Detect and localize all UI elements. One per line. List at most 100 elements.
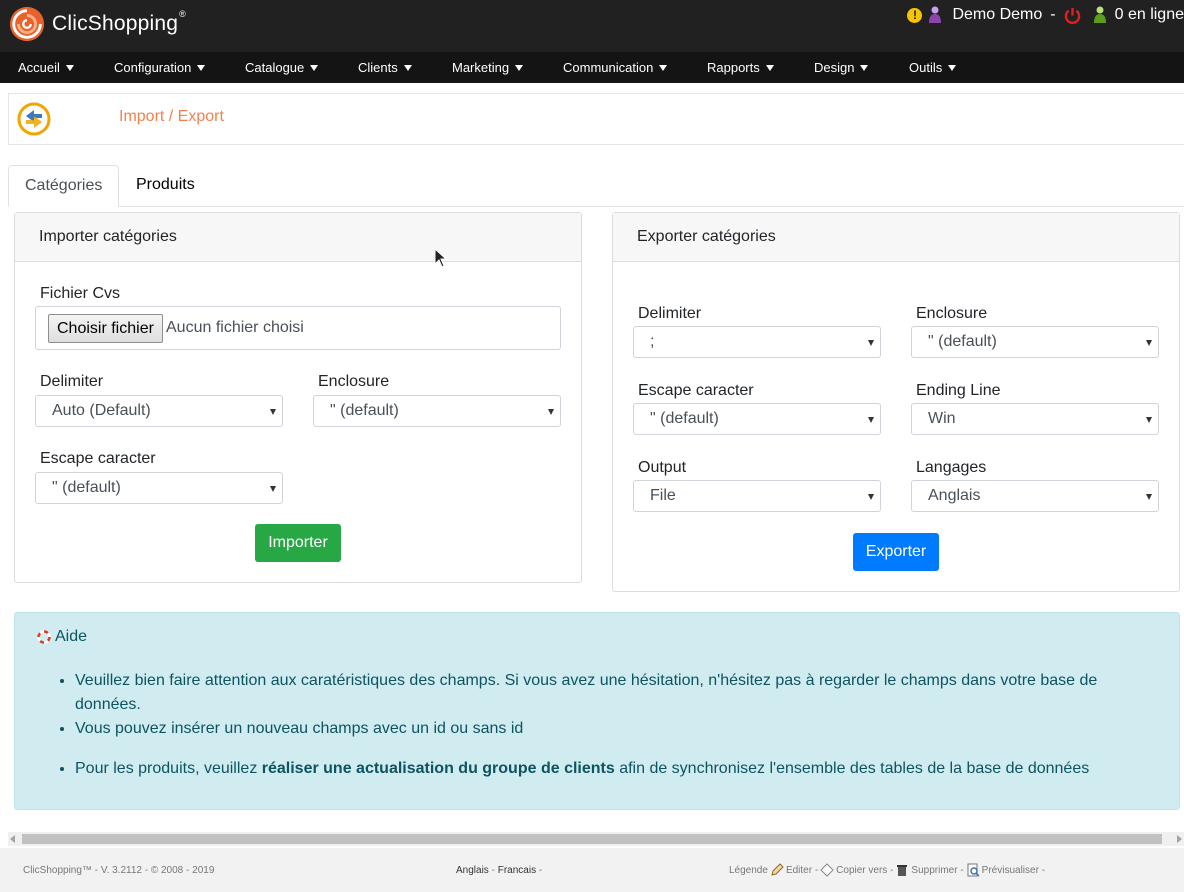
footer-languages: Anglais - Francais - — [456, 865, 542, 876]
online-users-icon — [1093, 6, 1106, 23]
nav-item-catalogue[interactable]: Catalogue — [245, 52, 319, 83]
copy-icon — [820, 863, 834, 877]
logo-swirl-icon — [9, 6, 45, 42]
mouse-cursor-icon — [434, 248, 448, 268]
preview-icon — [967, 863, 980, 877]
caret-down-icon — [948, 65, 957, 71]
nav-item-outils[interactable]: Outils — [909, 52, 957, 83]
top-header: ClicShopping ® ! Demo Demo - 0 en ligne — [0, 0, 1184, 52]
nav-item-clients[interactable]: Clients — [358, 52, 412, 83]
export-output-select[interactable]: File — [633, 480, 881, 512]
scroll-right-icon[interactable] — [1177, 835, 1182, 843]
export-ending-select[interactable]: Win — [911, 403, 1159, 435]
user-icon — [929, 6, 942, 23]
caret-down-icon — [515, 65, 524, 71]
caret-down-icon — [197, 65, 206, 71]
warning-icon[interactable]: ! — [907, 7, 923, 23]
logo[interactable]: ClicShopping ® — [8, 4, 186, 44]
page-header: Import / Export — [8, 93, 1184, 145]
online-count[interactable]: 0 en ligne — [1115, 6, 1184, 24]
nav-label: Rapports — [707, 60, 760, 75]
caret-down-icon — [765, 65, 774, 71]
help-item-bold: réaliser une actualisation du groupe de … — [261, 760, 615, 777]
footer-sep: - — [538, 865, 543, 876]
top-right-area: ! Demo Demo - 0 en ligne — [907, 6, 1184, 24]
caret-down-icon — [310, 65, 319, 71]
logo-registered-mark: ® — [179, 9, 186, 19]
power-icon[interactable] — [1064, 7, 1081, 24]
help-title-text: Aide — [55, 628, 88, 645]
trash-icon — [897, 865, 908, 876]
nav-item-configuration[interactable]: Configuration — [114, 52, 206, 83]
legend-label: Légende — [729, 864, 768, 876]
export-output-label: Output — [638, 459, 687, 476]
help-title: Aide — [37, 628, 87, 646]
export-escape-label: Escape caracter — [638, 382, 754, 399]
export-enclosure-label: Enclosure — [916, 305, 988, 322]
tab-categories[interactable]: Catégories — [8, 165, 120, 207]
help-item: Veuillez bien faire attention aux caraté… — [75, 669, 1155, 717]
nav-label: Accueil — [18, 60, 60, 75]
file-input[interactable]: Choisir fichier Aucun fichier choisi — [35, 306, 561, 350]
choose-file-button[interactable]: Choisir fichier — [48, 314, 163, 343]
help-item: Pour les produits, veuillez réaliser une… — [75, 757, 1155, 781]
scrollbar-thumb[interactable] — [22, 834, 1162, 844]
nav-label: Outils — [909, 60, 943, 75]
user-name[interactable]: Demo Demo — [952, 6, 1042, 24]
footer-copyright: ClicShopping™ - V. 3.2112 - © 2008 - 201… — [23, 865, 215, 876]
lifebuoy-icon — [37, 630, 51, 644]
nav-label: Configuration — [114, 60, 192, 75]
file-label: Fichier Cvs — [40, 285, 121, 302]
nav-item-design[interactable]: Design — [814, 52, 869, 83]
scroll-left-icon[interactable] — [10, 835, 15, 843]
footer-sep: - — [491, 865, 495, 876]
help-list: Veuillez bien faire attention aux caraté… — [75, 669, 1155, 781]
nav-item-accueil[interactable]: Accueil — [18, 52, 74, 83]
page-title: Import / Export — [119, 108, 224, 125]
export-delimiter-select[interactable]: ; — [633, 326, 881, 358]
import-delimiter-select[interactable]: Auto (Default) — [35, 395, 283, 427]
caret-down-icon — [403, 65, 412, 71]
nav-label: Clients — [358, 60, 398, 75]
nav-item-rapports[interactable]: Rapports — [707, 52, 774, 83]
nav-label: Marketing — [452, 60, 510, 75]
import-button[interactable]: Importer — [255, 524, 341, 562]
import-card: Importer catégories Fichier Cvs Choisir … — [14, 212, 582, 583]
export-button[interactable]: Exporter — [853, 533, 939, 571]
help-item-text: afin de synchronisez l'ensemble des tabl… — [614, 760, 1090, 777]
tab-bar: Catégories Produits — [8, 165, 1184, 207]
tab-produits[interactable]: Produits — [120, 165, 211, 207]
export-lang-label: Langages — [916, 459, 987, 476]
help-item: Vous pouvez insérer un nouveau champs av… — [75, 717, 1155, 741]
export-escape-select[interactable]: " (default) — [633, 403, 881, 435]
nav-item-communication[interactable]: Communication — [563, 52, 668, 83]
nav-item-marketing[interactable]: Marketing — [452, 52, 524, 83]
footer-lang-en[interactable]: Anglais — [456, 865, 489, 876]
nav-label: Catalogue — [245, 60, 305, 75]
export-ending-label: Ending Line — [916, 382, 1001, 399]
caret-down-icon — [860, 65, 869, 71]
caret-down-icon — [659, 65, 668, 71]
import-escape-label: Escape caracter — [40, 450, 156, 467]
export-lang-select[interactable]: Anglais — [911, 480, 1159, 512]
export-card-title: Exporter catégories — [613, 213, 1179, 262]
horizontal-scrollbar[interactable] — [8, 832, 1184, 846]
user-separator: - — [1050, 6, 1056, 23]
logo-text: ClicShopping — [52, 12, 179, 35]
import-escape-select[interactable]: " (default) — [35, 472, 283, 504]
legend-copy: Copier vers - — [836, 864, 894, 876]
nav-label: Communication — [563, 60, 654, 75]
export-delimiter-label: Delimiter — [638, 305, 702, 322]
import-enclosure-select[interactable]: " (default) — [313, 395, 561, 427]
main-nav: Accueil Configuration Catalogue Clients … — [0, 52, 1184, 83]
file-status: Aucun fichier choisi — [166, 319, 304, 336]
import-delimiter-label: Delimiter — [40, 373, 104, 390]
import-card-title: Importer catégories — [15, 213, 581, 262]
edit-icon — [771, 863, 784, 876]
footer-lang-fr[interactable]: Francais — [498, 865, 536, 876]
legend-delete: Supprimer - — [911, 864, 964, 876]
import-export-icon — [17, 102, 51, 136]
caret-down-icon — [65, 65, 74, 71]
export-enclosure-select[interactable]: " (default) — [911, 326, 1159, 358]
legend-preview: Prévisualiser - — [981, 864, 1046, 876]
